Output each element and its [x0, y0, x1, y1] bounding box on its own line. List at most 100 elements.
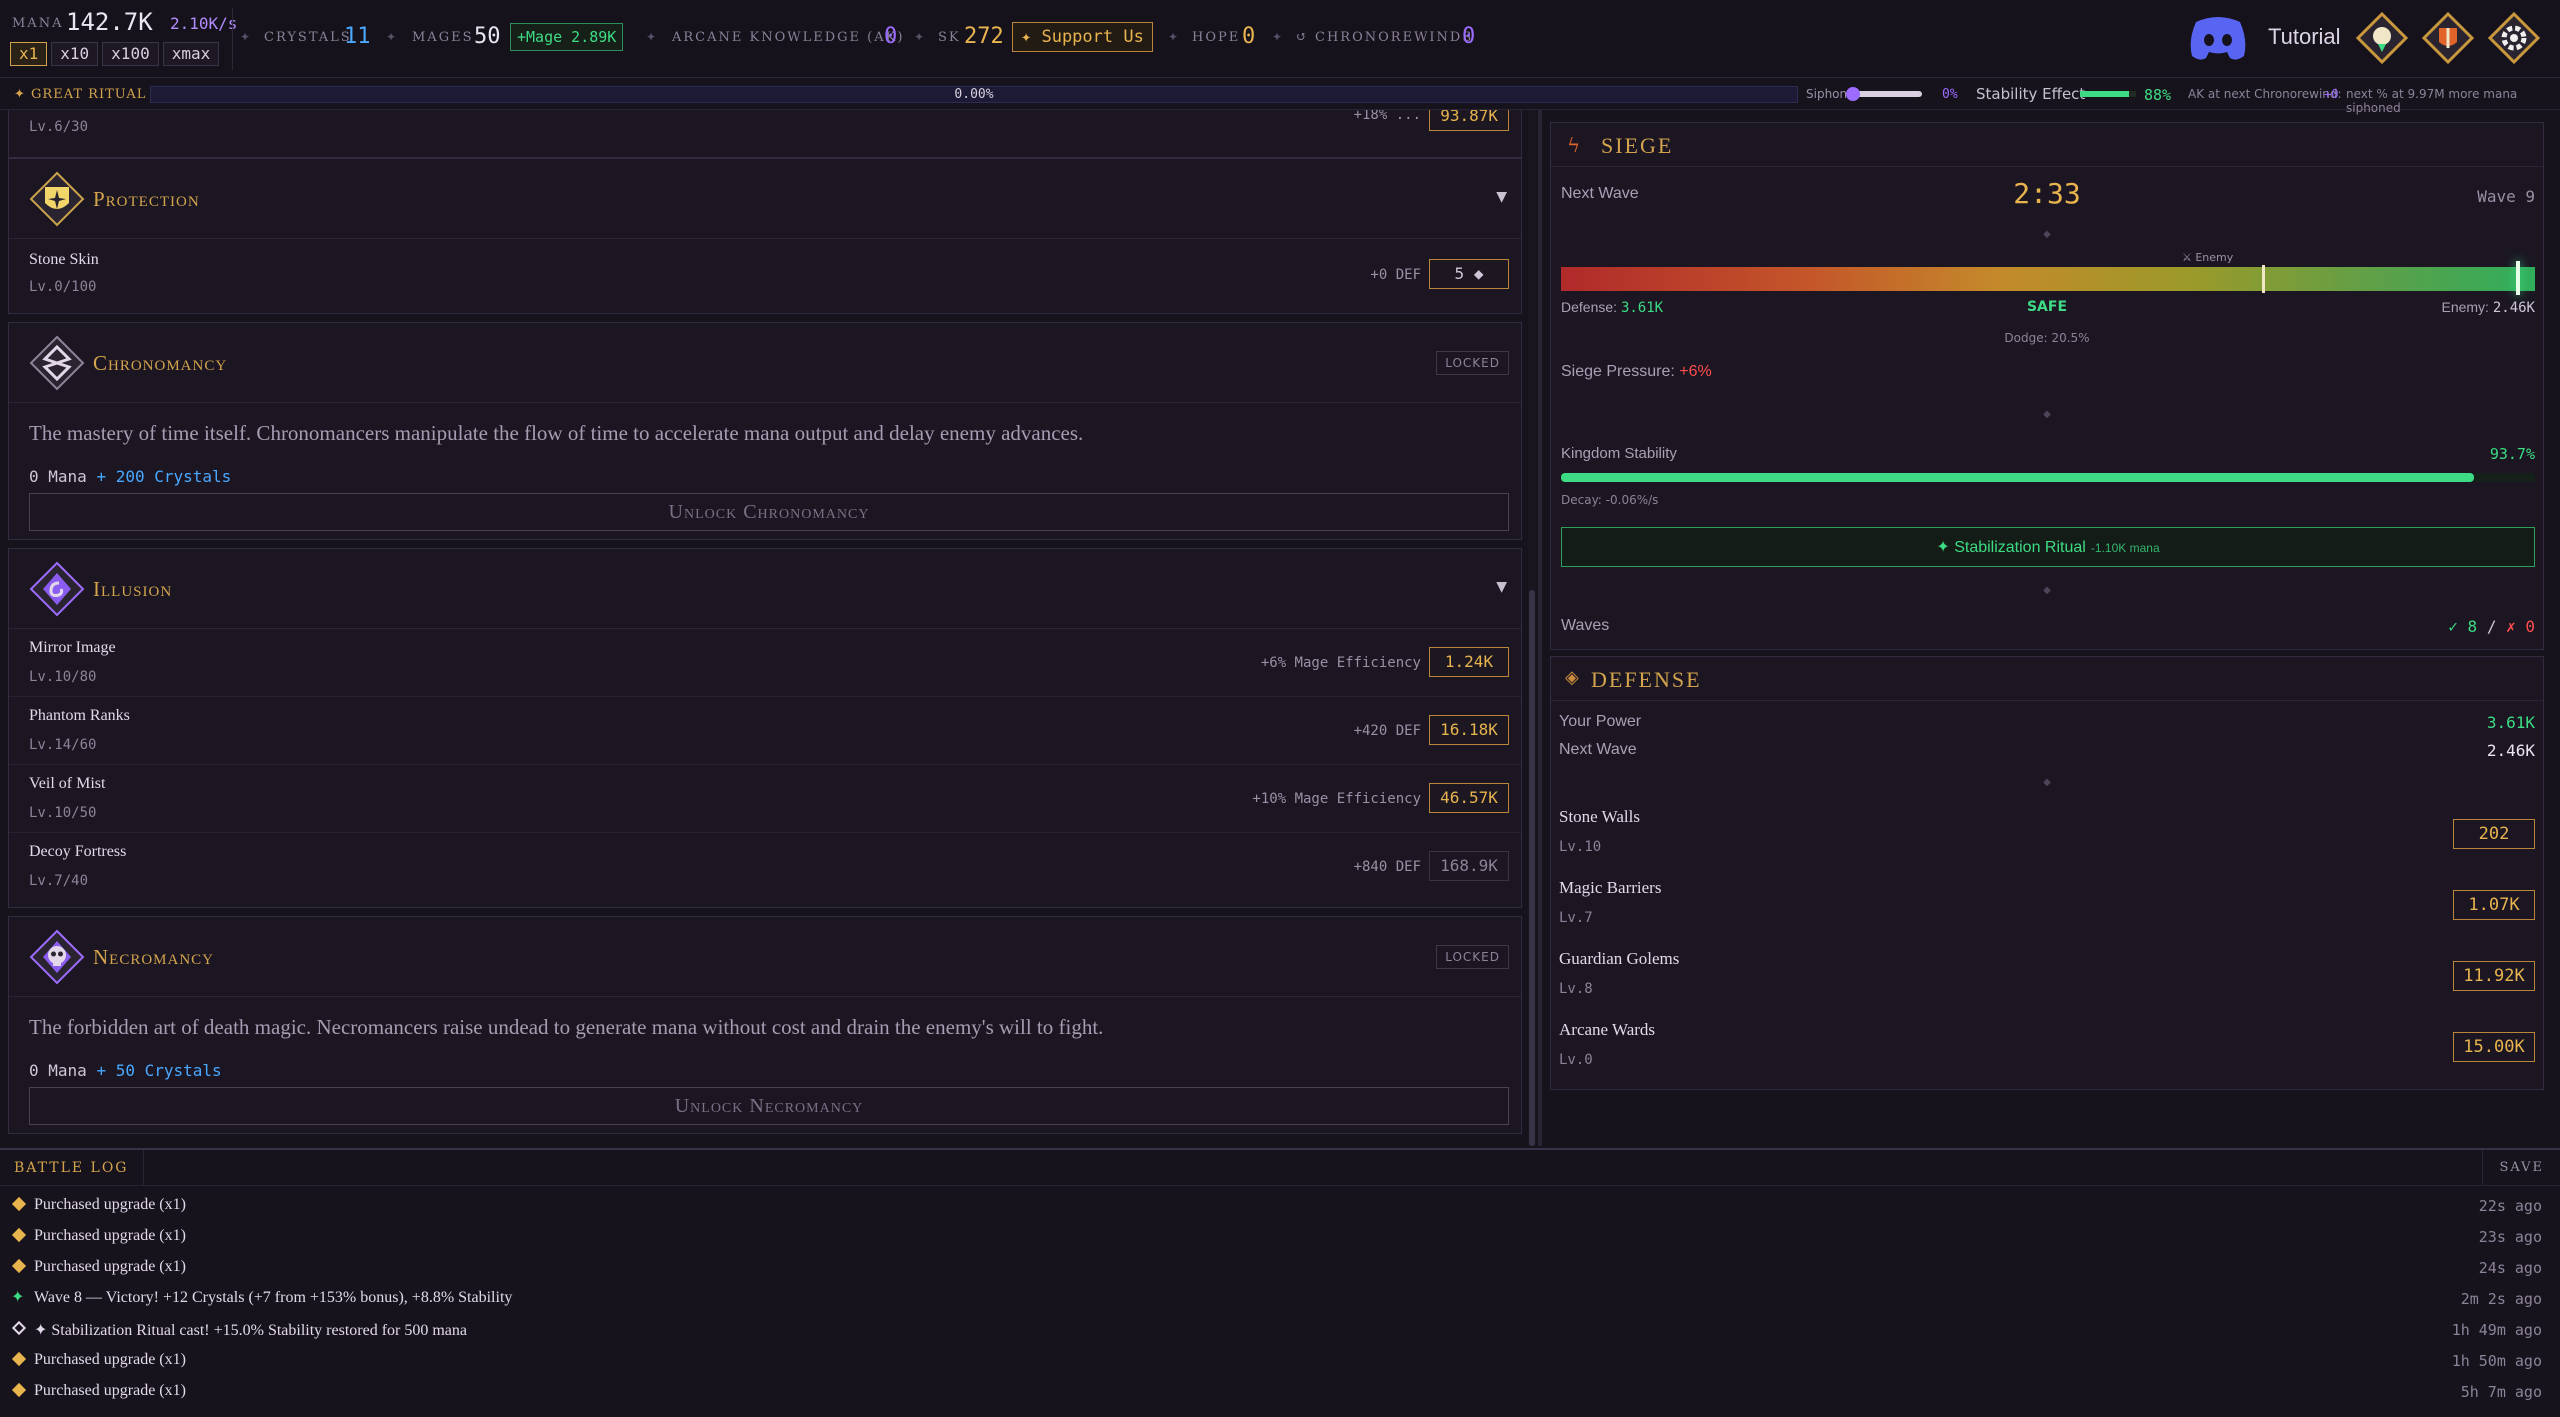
great-ritual-label: ✦ GREAT RITUAL: [14, 87, 147, 102]
multiplier-group: x1 x10 x100 xmax: [10, 42, 220, 66]
diamond-icon: ✦: [914, 30, 925, 44]
collapse-arrow-icon[interactable]: ▼: [1496, 189, 1507, 205]
save-button[interactable]: SAVE: [2482, 1150, 2560, 1186]
log-entry-time: 2m 2s ago: [2460, 1290, 2542, 1308]
battle-log: BATTLE LOG SAVE Purchased upgrade (x1) 22…: [0, 1148, 2560, 1417]
skill-item-level: Lv.10/50: [29, 805, 97, 821]
chronomancy-header: Chronomancy LOCKED: [9, 323, 1521, 403]
achievements-icon[interactable]: [2355, 11, 2409, 65]
kingdom-stability-fill: [1561, 473, 2474, 482]
skill-item-level: Lv.6/30: [29, 119, 89, 135]
spiral-icon: [29, 561, 85, 617]
defense-item-cost-button[interactable]: 15.00K: [2453, 1032, 2535, 1062]
defense-next-wave-value: 2.46K: [2486, 741, 2535, 760]
skill-item: Decoy Fortress Lv.7/40 +840 DEF 168.9K: [9, 833, 1521, 907]
chronomancy-title: Chronomancy: [93, 351, 228, 375]
unlock-necromancy-button[interactable]: Unlock Necromancy: [29, 1087, 1509, 1125]
log-entry-time: 1h 50m ago: [2451, 1352, 2542, 1370]
necromancy-cost: 0 Mana + 50 Crystals: [29, 1061, 222, 1080]
tutorial-link[interactable]: Tutorial: [2268, 24, 2341, 50]
skill-item-name: Stone Skin: [29, 251, 99, 268]
enemy-label: Enemy: 2.46K: [2441, 299, 2535, 316]
protection-title: Protection: [93, 187, 200, 211]
log-entry: ✦ Wave 8 — Victory! +12 Crystals (+7 from…: [0, 1283, 2560, 1314]
enemy-marker: [2262, 265, 2266, 293]
defense-next-wave-label: Next Wave: [1559, 741, 1637, 758]
hope-value: 0: [1242, 24, 1256, 49]
skill-list-scrollbar[interactable]: [1528, 110, 1536, 1146]
skill-list-scrollbar-thumb[interactable]: [1529, 590, 1535, 1146]
skill-item-level: Lv.10/80: [29, 669, 97, 685]
purchase-diamond-icon: [11, 1351, 27, 1367]
battle-log-header: BATTLE LOG SAVE: [0, 1150, 2560, 1186]
skill-item-cost-button[interactable]: 16.18K: [1429, 715, 1509, 745]
siege-pressure-value: +6%: [1679, 363, 1712, 380]
defense-item-cost-button[interactable]: 1.07K: [2453, 890, 2535, 920]
collapse-arrow-icon[interactable]: ▼: [1496, 579, 1507, 595]
battle-log-tab[interactable]: BATTLE LOG: [0, 1150, 144, 1186]
mana-value: 142.7K: [66, 8, 153, 36]
siphon-slider[interactable]: [1846, 87, 1922, 101]
skill-item-cost-button[interactable]: 93.87K: [1429, 110, 1509, 131]
skill-item: Mirror Image Lv.10/80 +6% Mage Efficienc…: [9, 629, 1521, 697]
stability-decay: Decay: -0.06%/s: [1561, 493, 1659, 507]
multiplier-x1[interactable]: x1: [10, 42, 48, 66]
crest-icon[interactable]: [2421, 11, 2475, 65]
discord-icon[interactable]: [2186, 14, 2250, 62]
necromancy-header: Necromancy LOCKED: [9, 917, 1521, 997]
wave-number: Wave 9: [2477, 187, 2535, 206]
siphon-slider-handle[interactable]: [1846, 87, 1860, 101]
stabilization-ritual-button[interactable]: ✦ Stabilization Ritual -1.10K mana: [1561, 527, 2535, 567]
stability-effect-fill: [2080, 91, 2130, 97]
support-us-button[interactable]: ✦ Support Us: [1012, 22, 1153, 52]
waves-separator: /: [2486, 617, 2497, 636]
mana-label: MANA: [12, 16, 64, 31]
siphon-label: Siphon: [1806, 87, 1848, 101]
kingdom-stability-label: Kingdom Stability: [1561, 445, 1677, 462]
skill-list: Lv.6/30 +18% ... 93.87K Protection ▼ Sto…: [0, 110, 1530, 1146]
skill-item-cost-button[interactable]: 46.57K: [1429, 783, 1509, 813]
log-entry-time: 23s ago: [2478, 1228, 2542, 1246]
protection-header[interactable]: Protection ▼: [9, 159, 1521, 239]
illusion-header[interactable]: Illusion ▼: [9, 549, 1521, 629]
multiplier-xmax[interactable]: xmax: [162, 42, 220, 66]
crystals-label: CRYSTALS: [264, 30, 352, 45]
purchase-diamond-icon: [11, 1382, 27, 1398]
siege-pressure-label: Siege Pressure:: [1561, 363, 1675, 380]
siege-header: ϟ SIEGE: [1551, 123, 2543, 167]
cost-crystals: + 200 Crystals: [96, 467, 232, 486]
defense-item-cost-button[interactable]: 11.92K: [2453, 961, 2535, 991]
victory-star-icon: ✦: [11, 1287, 25, 1306]
multiplier-x10[interactable]: x10: [51, 42, 99, 66]
defense-item-level: Lv.7: [1559, 910, 1593, 926]
diamond-icon: ✦: [240, 30, 251, 44]
log-entry-time: 1h 49m ago: [2451, 1321, 2542, 1339]
enemy-value: 2.46K: [2492, 300, 2535, 316]
unlock-chronomancy-button[interactable]: Unlock Chronomancy: [29, 493, 1509, 531]
skill-item-cost-button[interactable]: 1.24K: [1429, 647, 1509, 677]
skill-item-cost-button[interactable]: 5 ◆: [1429, 259, 1509, 289]
defense-item: Magic Barriers Lv.7 1.07K: [1551, 878, 2543, 948]
skill-item-cost-button[interactable]: 168.9K: [1429, 851, 1509, 881]
multiplier-x100[interactable]: x100: [102, 42, 159, 66]
settings-gear-icon[interactable]: [2487, 11, 2541, 65]
hire-mage-button[interactable]: +Mage 2.89K: [510, 23, 624, 51]
log-entry-time: 5h 7m ago: [2460, 1383, 2542, 1401]
log-entry: Purchased upgrade (x1) 1h 50m ago: [0, 1345, 2560, 1376]
skill-item: Veil of Mist Lv.10/50 +10% Mage Efficien…: [9, 765, 1521, 833]
locked-badge: LOCKED: [1436, 351, 1509, 375]
defense-item-name: Arcane Wards: [1559, 1020, 1656, 1039]
log-entry-text: Purchased upgrade (x1): [34, 1196, 186, 1213]
divider-diamond: ◆: [2043, 777, 2051, 788]
defense-item-cost-button[interactable]: 202: [2453, 819, 2535, 849]
ak-next-value: +0: [2324, 87, 2339, 101]
your-power-label: Your Power: [1559, 713, 1642, 730]
column-divider: [1538, 110, 1542, 1146]
kingdom-stability-value: 93.7%: [2489, 445, 2535, 463]
defense-item-name: Magic Barriers: [1559, 878, 1662, 897]
stability-effect-label: Stability Effect: [1976, 85, 2086, 103]
mages-label: MAGES: [412, 30, 474, 45]
defense-header: ◈ DEFENSE: [1551, 657, 2543, 701]
crystals-value: 11: [344, 24, 371, 49]
log-entry-text: Purchased upgrade (x1): [34, 1227, 186, 1244]
